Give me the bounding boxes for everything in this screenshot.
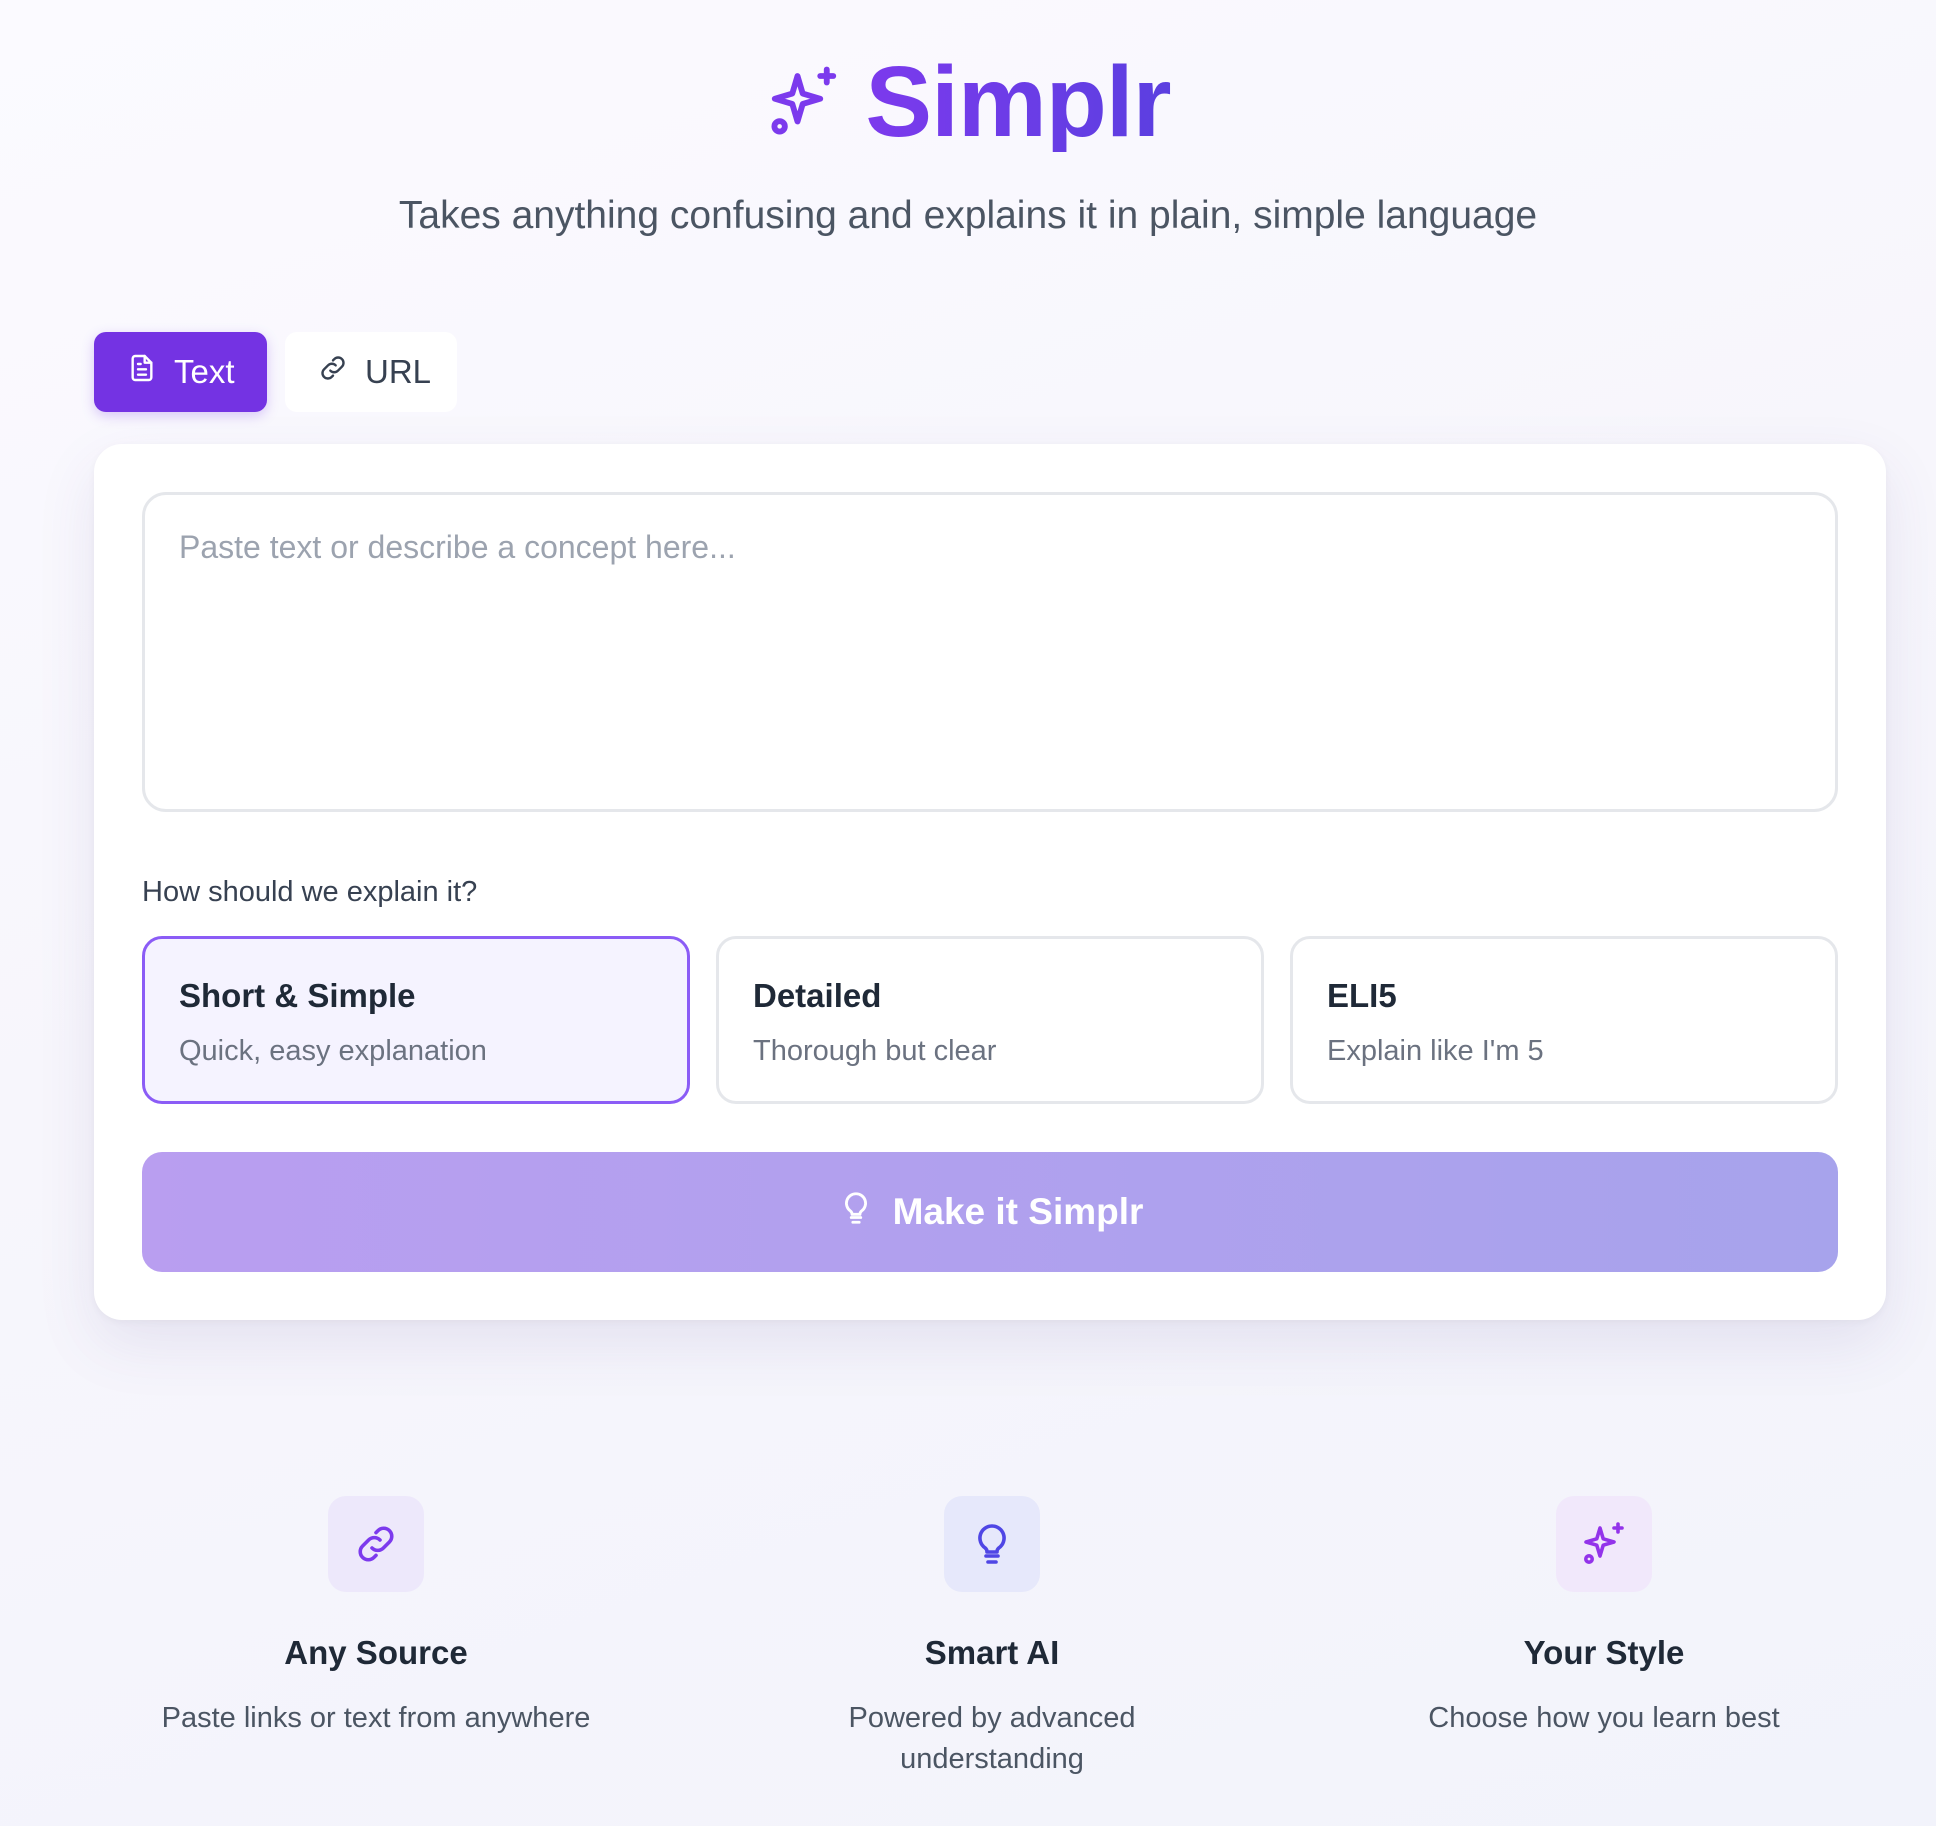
option-detailed[interactable]: Detailed Thorough but clear xyxy=(716,936,1264,1104)
concept-input[interactable] xyxy=(142,492,1838,812)
option-desc: Explain like I'm 5 xyxy=(1327,1035,1544,1067)
option-desc: Thorough but clear xyxy=(753,1035,997,1067)
brand: Simplr xyxy=(765,46,1172,158)
tab-url-label: URL xyxy=(365,353,432,390)
app-title: Simplr xyxy=(865,46,1171,158)
link-icon xyxy=(328,1496,424,1592)
make-it-simplr-button[interactable]: Make it Simplr xyxy=(142,1152,1838,1272)
feature-smart-ai: Smart AI Powered by advanced understandi… xyxy=(712,1496,1272,1779)
feature-title: Any Source xyxy=(284,1634,468,1671)
submit-label: Make it Simplr xyxy=(892,1191,1144,1232)
option-title: ELI5 xyxy=(1327,977,1397,1014)
feature-title: Your Style xyxy=(1523,1634,1685,1671)
page: Simplr Takes anything confusing and expl… xyxy=(0,0,1936,1826)
explain-style-options: Short & Simple Quick, easy explanation D… xyxy=(142,936,1838,1104)
main-card: How should we explain it? Short & Simple… xyxy=(94,444,1886,1320)
feature-any-source: Any Source Paste links or text from anyw… xyxy=(96,1496,656,1739)
feature-desc: Powered by advanced understanding xyxy=(848,1702,1136,1775)
option-title: Short & Simple xyxy=(179,977,416,1014)
app-subtitle: Takes anything confusing and explains it… xyxy=(398,194,1538,237)
feature-your-style: Your Style Choose how you learn best xyxy=(1324,1496,1884,1739)
header: Simplr Takes anything confusing and expl… xyxy=(0,52,1936,238)
tab-url[interactable]: URL xyxy=(285,332,457,412)
feature-desc: Choose how you learn best xyxy=(1428,1702,1780,1734)
option-short-simple[interactable]: Short & Simple Quick, easy explanation xyxy=(142,936,690,1104)
option-title: Detailed xyxy=(753,977,882,1014)
lightbulb-icon xyxy=(837,1189,875,1236)
explain-style-label: How should we explain it? xyxy=(142,876,478,908)
sparkles-icon xyxy=(765,63,843,141)
input-mode-tabs: Text URL xyxy=(94,332,457,412)
feature-title: Smart AI xyxy=(924,1634,1060,1671)
option-desc: Quick, easy explanation xyxy=(179,1035,487,1067)
document-icon xyxy=(126,352,158,392)
option-eli5[interactable]: ELI5 Explain like I'm 5 xyxy=(1290,936,1838,1104)
sparkles-icon xyxy=(1556,1496,1652,1592)
link-icon xyxy=(317,352,349,392)
feature-desc: Paste links or text from anywhere xyxy=(161,1702,591,1734)
tab-text-label: Text xyxy=(174,353,235,390)
tab-text[interactable]: Text xyxy=(94,332,267,412)
lightbulb-icon xyxy=(944,1496,1040,1592)
